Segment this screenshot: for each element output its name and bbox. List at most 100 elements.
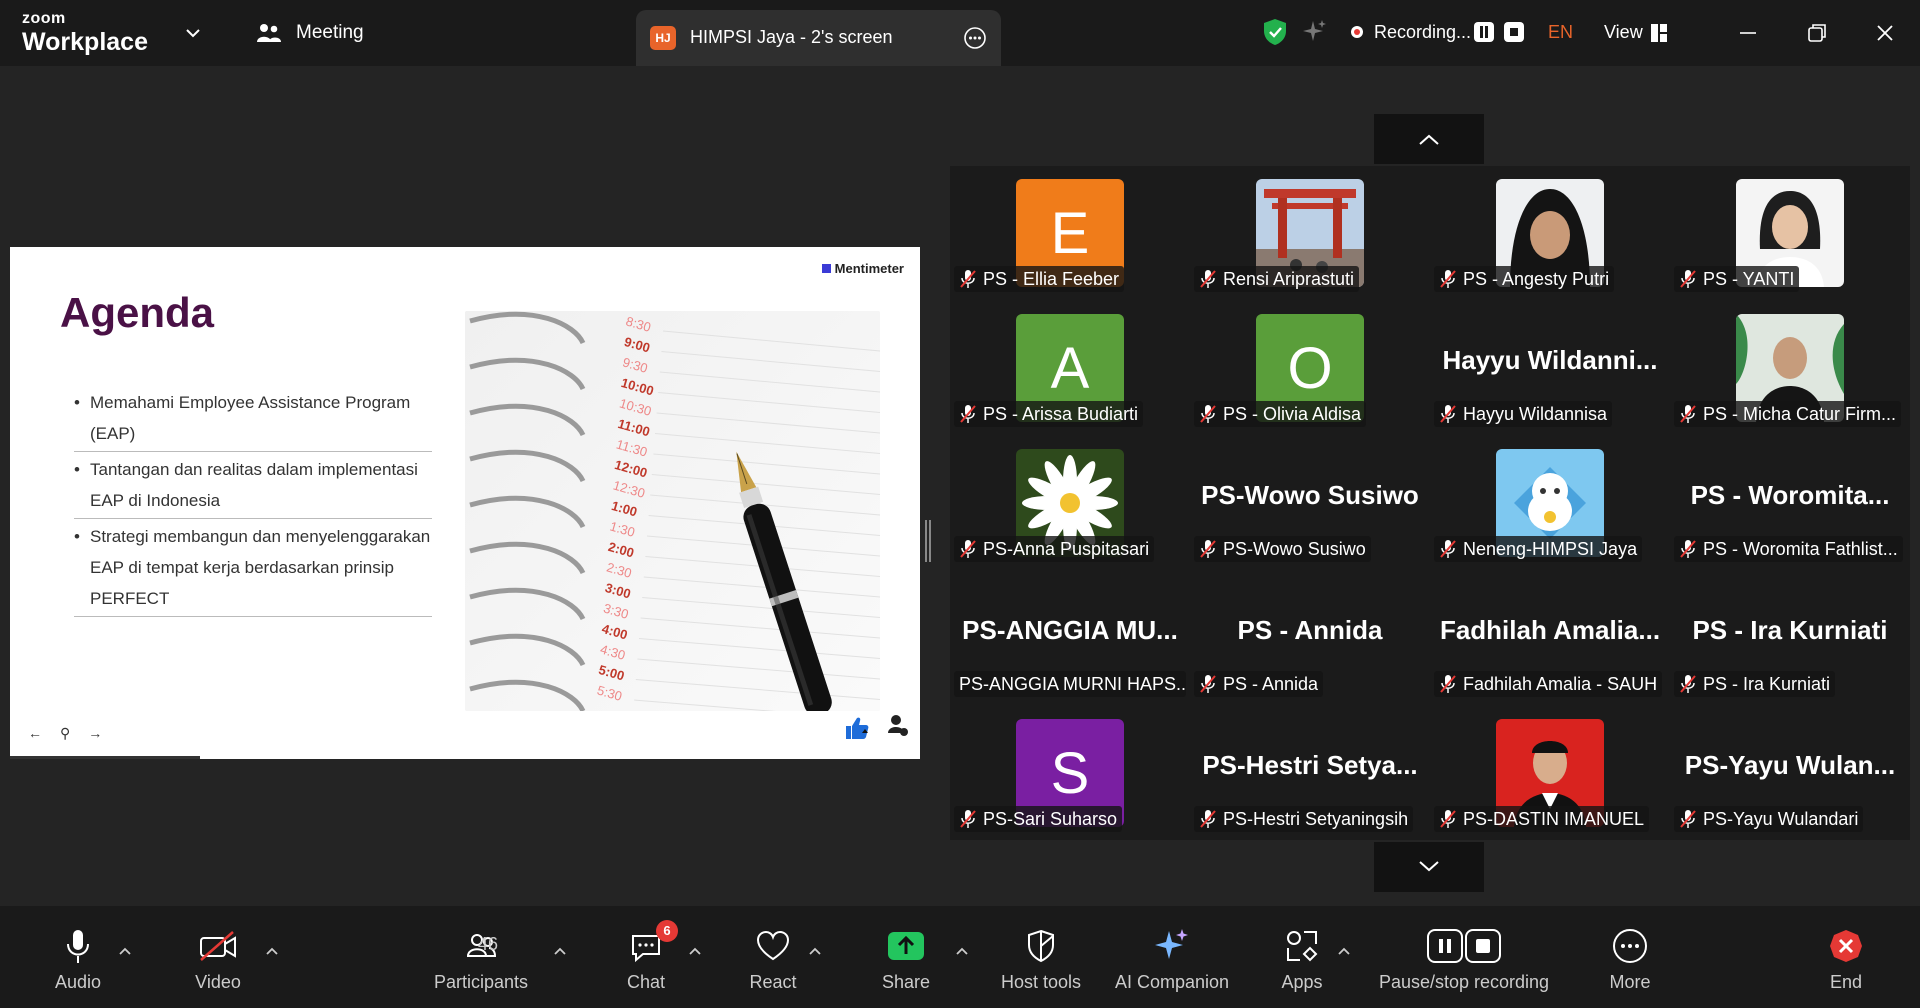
participant-tile[interactable]: PS - Micha Catur Firm... bbox=[1670, 301, 1910, 435]
more-options-icon[interactable] bbox=[963, 26, 987, 50]
apps-options-caret-icon[interactable] bbox=[1337, 946, 1351, 956]
zoom-workplace-logo[interactable]: zoom Workplace bbox=[22, 10, 148, 56]
participant-name-tag: PS - Arissa Budiarti bbox=[954, 401, 1144, 427]
end-meeting-button[interactable]: End bbox=[1816, 926, 1876, 993]
participant-tile[interactable]: A PS - Arissa Budiarti bbox=[950, 301, 1190, 435]
participants-button[interactable]: 46 Participants bbox=[428, 926, 534, 993]
close-icon[interactable] bbox=[1870, 18, 1900, 48]
participant-name: PS - Ellia Feeber bbox=[983, 268, 1120, 289]
brand-small: zoom bbox=[22, 10, 66, 27]
next-slide-arrow-icon[interactable]: → bbox=[88, 725, 102, 742]
participant-tile[interactable]: PS-Wowo Susiwo PS-Wowo Susiwo bbox=[1190, 436, 1430, 570]
pause-stop-recording-button[interactable]: Pause/stop recording bbox=[1374, 926, 1554, 993]
participant-tile[interactable]: Rensi Ariprastuti bbox=[1190, 166, 1430, 300]
audio-button[interactable]: Audio bbox=[48, 926, 108, 993]
participant-tile[interactable]: S PS-Sari Suharso bbox=[950, 706, 1190, 840]
view-button[interactable]: View bbox=[1604, 22, 1667, 43]
mentimeter-logo-icon bbox=[821, 264, 831, 273]
participant-tile[interactable]: PS - YANTI bbox=[1670, 166, 1910, 300]
thumbs-up-reaction-icon[interactable] bbox=[844, 715, 872, 741]
participant-tile[interactable]: PS-Hestri Setya... PS-Hestri Setyaningsih bbox=[1190, 706, 1430, 840]
gallery-scroll-up-button[interactable] bbox=[1374, 114, 1484, 164]
meeting-button[interactable]: Meeting bbox=[256, 22, 364, 44]
participant-tile[interactable]: PS-ANGGIA MU... PS-ANGGIA MURNI HAPS... bbox=[950, 571, 1190, 705]
participant-tile[interactable]: Neneng-HIMPSI Jaya bbox=[1430, 436, 1670, 570]
participant-name: PS - Angesty Putri bbox=[1463, 268, 1610, 289]
participant-name-tag: PS-DASTIN IMANUEL bbox=[1434, 806, 1650, 832]
muted-microphone-icon bbox=[960, 270, 976, 288]
muted-microphone-icon bbox=[1680, 405, 1696, 423]
stop-recording-icon[interactable] bbox=[1504, 22, 1524, 42]
react-button[interactable]: React bbox=[743, 926, 803, 993]
participant-tile[interactable]: PS - Woromita... PS - Woromita Fathlist..… bbox=[1670, 436, 1910, 570]
share-screen-icon bbox=[888, 932, 924, 960]
prev-slide-arrow-icon[interactable]: ← bbox=[28, 725, 42, 742]
agenda-item: Tantangan dan realitas dalam implementas… bbox=[74, 454, 432, 519]
share-options-caret-icon[interactable] bbox=[955, 946, 969, 956]
audio-options-caret-icon[interactable] bbox=[118, 946, 132, 956]
more-button[interactable]: More bbox=[1600, 926, 1660, 993]
share-button[interactable]: Share bbox=[876, 926, 936, 993]
agenda-list: Memahami Employee Assistance Program (EA… bbox=[74, 387, 432, 619]
muted-microphone-icon bbox=[1680, 810, 1696, 828]
more-dots-icon bbox=[1613, 929, 1647, 963]
video-label: Video bbox=[195, 972, 241, 992]
participant-name: Hayyu Wildannisa bbox=[1463, 403, 1608, 424]
meeting-status-group: Recording... EN View bbox=[1252, 12, 1692, 52]
ai-sparkle-icon[interactable] bbox=[1302, 18, 1328, 46]
more-label: More bbox=[1609, 972, 1651, 992]
participant-tile[interactable]: PS - Ira Kurniati PS - Ira Kurniati bbox=[1670, 571, 1910, 705]
participant-name: Rensi Ariprastuti bbox=[1223, 268, 1355, 289]
location-pin-icon[interactable]: ⚲ bbox=[60, 725, 70, 742]
participants-count: 46 bbox=[478, 934, 499, 954]
minimize-icon[interactable] bbox=[1733, 18, 1763, 48]
pause-recording-icon[interactable] bbox=[1474, 22, 1494, 42]
host-tools-button[interactable]: Host tools bbox=[996, 926, 1086, 993]
end-label: End bbox=[1829, 972, 1863, 992]
meeting-label: Meeting bbox=[296, 22, 364, 43]
participant-name: PS - Annida bbox=[1223, 673, 1319, 694]
chat-options-caret-icon[interactable] bbox=[688, 946, 702, 956]
encryption-shield-icon[interactable] bbox=[1262, 18, 1288, 46]
language-indicator[interactable]: EN bbox=[1548, 22, 1573, 43]
muted-microphone-icon bbox=[1200, 675, 1216, 693]
participant-name: PS - Olivia Aldisa bbox=[1223, 403, 1362, 424]
participant-tile[interactable]: O PS - Olivia Aldisa bbox=[1190, 301, 1430, 435]
participant-display-name: PS - Woromita... bbox=[1690, 480, 1890, 510]
participant-tile[interactable]: PS - Annida PS - Annida bbox=[1190, 571, 1430, 705]
chat-button[interactable]: 6 Chat bbox=[616, 920, 678, 993]
participant-name: PS - Arissa Budiarti bbox=[983, 403, 1139, 424]
restore-icon[interactable] bbox=[1802, 18, 1832, 48]
participant-tile[interactable]: Hayyu Wildanni... Hayyu Wildannisa bbox=[1430, 301, 1670, 435]
video-button[interactable]: Video bbox=[188, 926, 248, 993]
participant-tile[interactable]: Fadhilah Amalia... Fadhilah Amalia - SAUH bbox=[1430, 571, 1670, 705]
participants-options-caret-icon[interactable] bbox=[553, 946, 567, 956]
gallery-scroll-down-button[interactable] bbox=[1374, 842, 1484, 892]
muted-microphone-icon bbox=[1440, 270, 1456, 288]
muted-microphone-icon bbox=[1440, 540, 1456, 558]
view-label: View bbox=[1604, 22, 1643, 42]
participant-tile[interactable]: PS-Yayu Wulan... PS-Yayu Wulandari bbox=[1670, 706, 1910, 840]
agenda-item: Memahami Employee Assistance Program (EA… bbox=[74, 387, 432, 452]
resize-splitter[interactable] bbox=[925, 520, 931, 562]
participant-tile[interactable]: PS-DASTIN IMANUEL bbox=[1430, 706, 1670, 840]
video-options-caret-icon[interactable] bbox=[265, 946, 279, 956]
participant-name-tag: PS - Angesty Putri bbox=[1434, 266, 1615, 292]
react-options-caret-icon[interactable] bbox=[808, 946, 822, 956]
muted-microphone-icon bbox=[1200, 270, 1216, 288]
participant-tile[interactable]: PS-Anna Puspitasari bbox=[950, 436, 1190, 570]
apps-button[interactable]: Apps bbox=[1272, 926, 1332, 993]
participant-display-name: PS-Yayu Wulan... bbox=[1684, 750, 1896, 780]
ai-companion-sparkle-icon bbox=[1155, 929, 1188, 959]
participant-tile[interactable]: PS - Angesty Putri bbox=[1430, 166, 1670, 300]
participant-tile[interactable]: E PS - Ellia Feeber bbox=[950, 166, 1190, 300]
shared-screen-label: HIMPSI Jaya - 2's screen bbox=[690, 27, 893, 47]
shared-screen-tab[interactable]: HJ HIMPSI Jaya - 2's screen bbox=[636, 10, 1001, 66]
ai-companion-button[interactable]: AI Companion bbox=[1112, 926, 1232, 993]
chevron-down-icon[interactable] bbox=[182, 22, 204, 44]
participant-name: PS-Wowo Susiwo bbox=[1223, 538, 1366, 559]
participant-name: PS-ANGGIA MURNI HAPS... bbox=[959, 673, 1186, 694]
meeting-toolbar: Audio Video 46 Participants 6 Chat React bbox=[0, 906, 1920, 1008]
participant-name: Neneng-HIMPSI Jaya bbox=[1463, 538, 1638, 559]
participants-reaction-icon[interactable] bbox=[886, 713, 910, 741]
